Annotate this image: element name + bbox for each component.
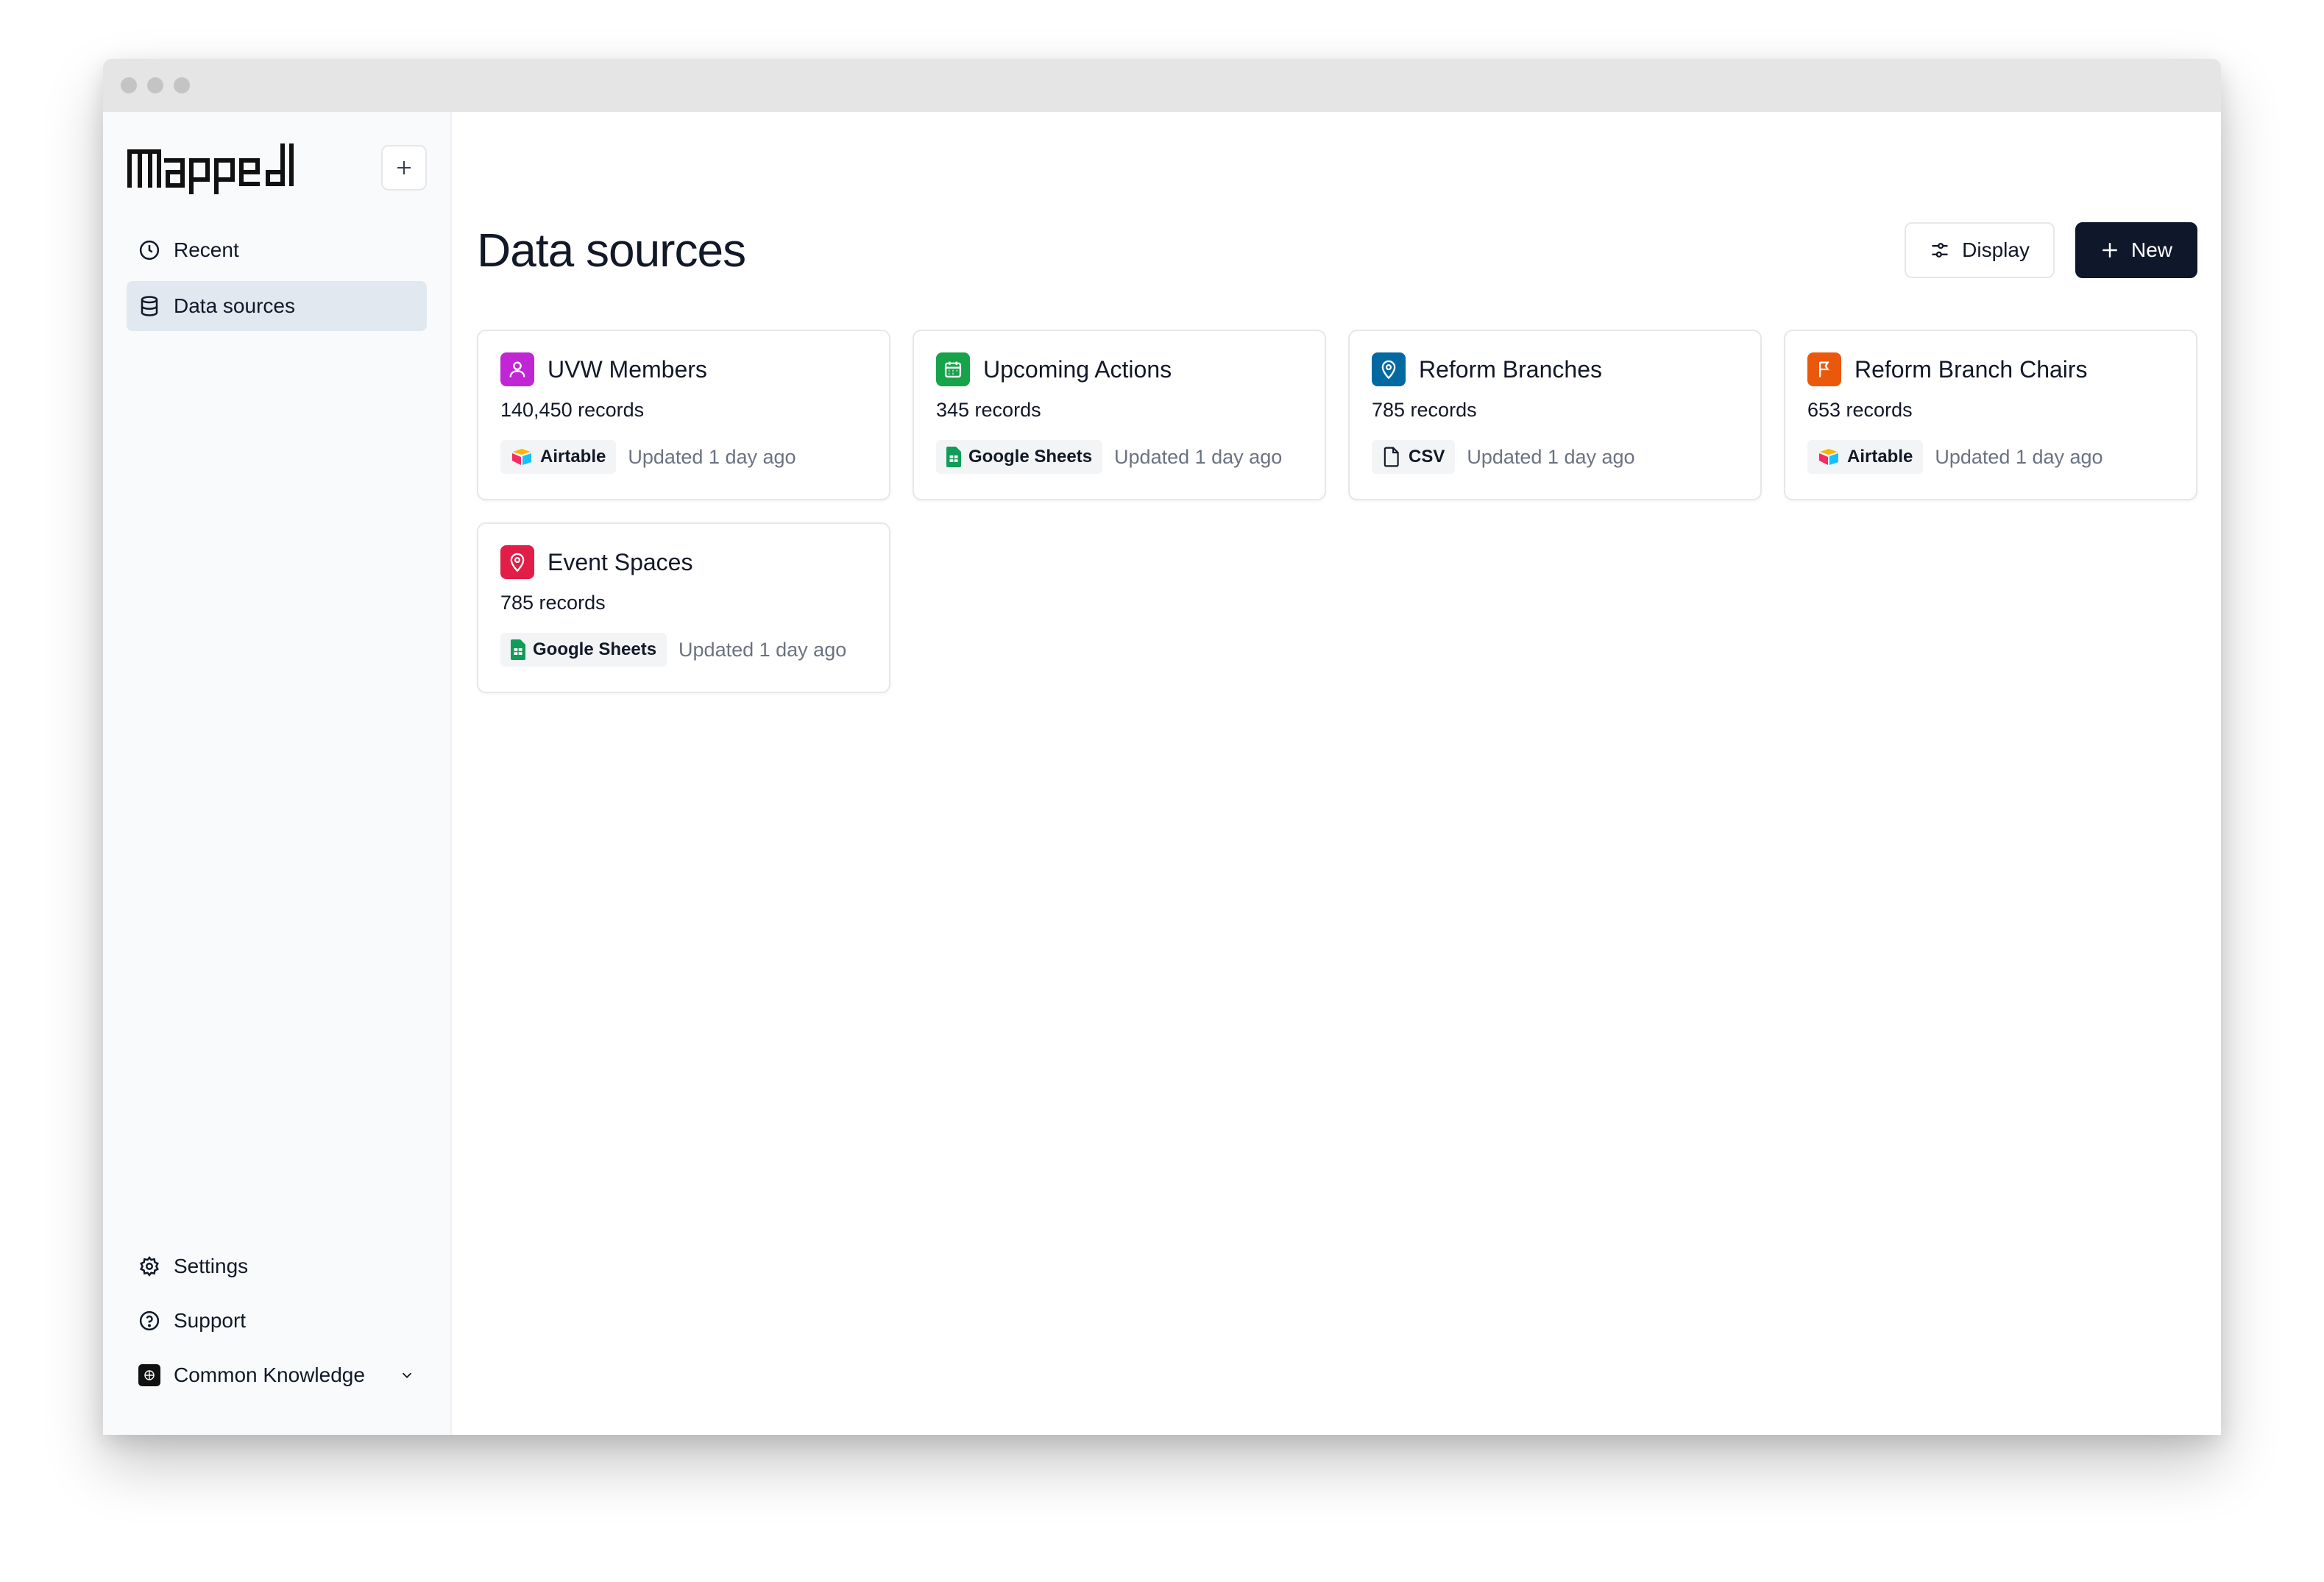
updated-timestamp: Updated 1 day ago: [1935, 445, 2103, 468]
flag-icon: [1807, 352, 1841, 386]
gear-icon: [140, 1256, 159, 1277]
nav-data-sources[interactable]: Data sources: [127, 281, 427, 331]
updated-timestamp: Updated 1 day ago: [628, 445, 796, 468]
updated-timestamp: Updated 1 day ago: [1467, 445, 1635, 468]
data-source-card[interactable]: Reform Branch Chairs 653 records Airtabl…: [1784, 330, 2197, 500]
source-badge: CSV: [1372, 440, 1456, 474]
record-count: 785 records: [500, 592, 606, 614]
clock-icon: [139, 240, 160, 260]
plus-icon: [397, 161, 411, 174]
mapped-logo[interactable]: [127, 141, 306, 194]
record-count: 653 records: [1807, 399, 1913, 421]
window-titlebar: [103, 59, 2221, 112]
nav-recent[interactable]: Recent: [127, 225, 427, 275]
nav-data-sources-label: Data sources: [174, 294, 295, 317]
nav-support[interactable]: Support: [127, 1297, 427, 1345]
add-button[interactable]: [381, 145, 427, 191]
data-source-card[interactable]: Event Spaces 785 records Google Sheets U…: [477, 522, 890, 693]
source-badge: Google Sheets: [500, 633, 667, 667]
nav-recent-label: Recent: [174, 238, 239, 261]
map-pin-icon: [500, 545, 534, 579]
source-name: Google Sheets: [968, 447, 1093, 467]
workspace-name: Common Knowledge: [174, 1363, 365, 1386]
file-icon: [1384, 447, 1399, 467]
source-badge: Google Sheets: [936, 440, 1103, 474]
data-source-card[interactable]: Upcoming Actions 345 records Google Shee…: [913, 330, 1326, 500]
card-title: Reform Branch Chairs: [1854, 355, 2088, 383]
display-button-label: Display: [1962, 238, 2030, 261]
updated-timestamp: Updated 1 day ago: [679, 638, 847, 661]
workspace-avatar: [138, 1364, 160, 1386]
data-source-grid: UVW Members 140,450 records Airtable Upd…: [477, 330, 2197, 693]
chevron-down-icon: [402, 1372, 412, 1379]
airtable-icon: [512, 449, 531, 465]
source-name: Airtable: [540, 447, 606, 467]
source-badge: Airtable: [500, 440, 617, 474]
nav-settings[interactable]: Settings: [127, 1242, 427, 1291]
card-title: Upcoming Actions: [983, 355, 1172, 383]
card-title: UVW Members: [548, 355, 707, 383]
sidebar: Recent Data sources Settings Support Com…: [103, 112, 452, 1435]
window-close-dot[interactable]: [121, 77, 137, 93]
app-window: Recent Data sources Settings Support Com…: [103, 59, 2221, 1435]
nav-settings-label: Settings: [174, 1255, 249, 1277]
sliders-icon: [1932, 243, 1948, 258]
source-name: Airtable: [1847, 447, 1913, 467]
card-title: Reform Branches: [1419, 355, 1602, 383]
new-button[interactable]: New: [2075, 222, 2197, 278]
record-count: 345 records: [936, 399, 1041, 421]
data-source-card[interactable]: Reform Branches 785 records CSV Updated …: [1348, 330, 1762, 500]
database-icon: [141, 296, 158, 316]
new-button-label: New: [2130, 238, 2172, 261]
google-sheets-icon: [946, 447, 961, 467]
source-name: CSV: [1409, 447, 1445, 467]
data-source-card[interactable]: UVW Members 140,450 records Airtable Upd…: [477, 330, 890, 500]
google-sheets-icon: [511, 639, 525, 660]
help-circle-icon: [139, 1310, 160, 1331]
nav-support-label: Support: [174, 1309, 247, 1332]
window-minimize-dot[interactable]: [147, 77, 163, 93]
workspace-switcher[interactable]: Common Knowledge: [127, 1351, 427, 1400]
record-count: 140,450 records: [500, 399, 645, 421]
calendar-icon: [936, 352, 970, 386]
card-title: Event Spaces: [548, 548, 693, 575]
page-title: Data sources: [477, 224, 746, 277]
plus-icon: [2102, 243, 2117, 258]
map-pin-icon: [1372, 352, 1406, 386]
source-badge: Airtable: [1807, 440, 1924, 474]
record-count: 785 records: [1372, 399, 1477, 421]
display-button[interactable]: Display: [1905, 222, 2055, 278]
user-icon: [500, 352, 534, 386]
updated-timestamp: Updated 1 day ago: [1114, 445, 1283, 468]
airtable-icon: [1819, 449, 1838, 465]
main-content: Data sources Display New UVW Members 140…: [452, 112, 2221, 1435]
window-maximize-dot[interactable]: [174, 77, 190, 93]
source-name: Google Sheets: [533, 639, 657, 659]
